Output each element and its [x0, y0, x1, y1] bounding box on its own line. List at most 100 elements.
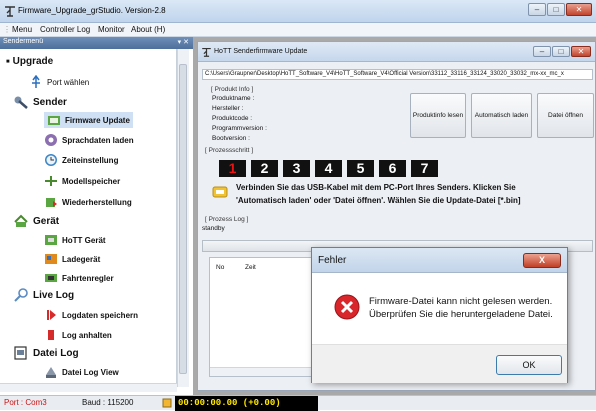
hott-device-icon — [44, 233, 58, 247]
dialog-footer: OK — [312, 344, 567, 383]
step-6: 6 — [379, 160, 406, 177]
sidebar-scroll-thumb[interactable] — [179, 64, 187, 374]
minimize-button[interactable]: – — [528, 3, 546, 16]
sidebar-item-sprachdaten-laden[interactable]: Sprachdaten laden — [44, 133, 134, 147]
sidebar-horizontal-scrollbar[interactable] — [0, 383, 177, 392]
firmware-window-title: HoTT Senderfirmware Update — [214, 48, 308, 55]
sidebar-item-logdaten-speichern[interactable]: Logdaten speichern — [44, 308, 138, 322]
step-3: 3 — [283, 160, 310, 177]
sidebar-item-datei-log-view[interactable]: Datei Log View — [44, 365, 119, 379]
sidebar-item-hott-geraet[interactable]: HoTT Gerät — [44, 233, 106, 247]
sidebar-item-log-anhalten[interactable]: Log anhalten — [44, 328, 112, 342]
sidebar-title: Sendermenü — [3, 38, 44, 45]
instruction-line-2: 'Automatisch laden' oder 'Datei öffnen'.… — [236, 196, 521, 205]
inner-close-button[interactable]: ✕ — [571, 46, 591, 57]
step-2: 2 — [251, 160, 278, 177]
item-label: Modellspeicher — [62, 176, 121, 186]
status-text: standby — [202, 225, 225, 232]
menu-item-controller-log[interactable]: Controller Log — [40, 25, 90, 34]
sidebar: ■ Upgrade Port wählen Sender Firmware Up… — [0, 49, 177, 387]
item-label: Log anhalten — [62, 330, 112, 340]
prozess-log-group-label: [ Prozess Log ] — [205, 216, 249, 223]
error-dialog: Fehler X Firmware-Datei kann nicht geles… — [311, 247, 568, 383]
menu-bar: ⋮ Menu Controller Log Monitor About (H) — [0, 23, 596, 37]
firmware-update-icon — [47, 113, 61, 127]
produktinfo-lesen-button[interactable]: Produktinfo lesen — [410, 93, 466, 138]
sidebar-item-wiederherstellung[interactable]: Wiederherstellung — [44, 195, 132, 209]
prozessschritt-group-label: [ Prozessschritt ] — [205, 147, 254, 154]
heli-logo-icon — [202, 47, 211, 57]
sidebar-pin-icon[interactable]: ▾ ✕ — [178, 38, 189, 46]
step-7: 7 — [411, 160, 438, 177]
instruction-text: Verbinden Sie das USB-Kabel mit dem PC-P… — [236, 181, 581, 207]
sidebar-item-fahrtenregler[interactable]: Fahrtenregler — [44, 271, 114, 285]
item-label: HoTT Gerät — [62, 235, 106, 245]
usb-icon — [29, 74, 43, 89]
clock-icon — [44, 153, 58, 167]
timer-display: 00:00:00.00 (+0.00) — [175, 396, 318, 411]
language-data-icon — [44, 133, 58, 147]
inner-maximize-button[interactable]: □ — [552, 46, 570, 57]
record-icon — [44, 308, 58, 322]
close-button[interactable]: ✕ — [566, 3, 592, 16]
produktname-label: Produktname : — [212, 95, 255, 102]
column-zeit: Zeit — [245, 264, 256, 271]
item-label: Ladegerät — [62, 254, 101, 264]
item-label: Zeiteinstellung — [62, 155, 119, 165]
step-1: 1 — [219, 160, 246, 177]
item-label: Firmware Update — [65, 115, 130, 125]
maximize-button[interactable]: □ — [547, 3, 565, 16]
menu-grip-icon: ⋮ — [3, 25, 11, 34]
app-title: Firmware_Upgrade_grStudio. Version-2.8 — [18, 6, 166, 15]
programmversion-label: Programmversion : — [212, 125, 267, 132]
sidebar-item-ladegeraet[interactable]: Ladegerät — [44, 252, 100, 266]
baud-status: Baud : 115200 — [82, 398, 134, 407]
error-dialog-title: Fehler — [318, 255, 347, 266]
error-message-line-1: Firmware-Datei kann nicht gelesen werden… — [369, 296, 553, 307]
menu-item-about[interactable]: About (H) — [131, 25, 165, 34]
error-icon — [334, 294, 360, 320]
magnifier-icon — [13, 288, 29, 302]
firmware-window-title-bar: HoTT Senderfirmware Update – □ ✕ — [198, 42, 595, 62]
sidebar-item-firmware-update[interactable]: Firmware Update — [44, 112, 133, 128]
menu-item-menu[interactable]: Menu — [12, 25, 32, 34]
status-bar: Port : Com3 Baud : 115200 00:00:00.00 (+… — [0, 395, 596, 411]
model-memory-icon — [44, 174, 58, 188]
inner-minimize-button[interactable]: – — [533, 46, 551, 57]
device-icon — [13, 214, 29, 228]
item-label: Logdaten speichern — [62, 310, 139, 320]
sidebar-section-datei-log[interactable]: Datei Log — [13, 346, 79, 360]
item-label: Sprachdaten laden — [62, 135, 134, 145]
sidebar-item-zeiteinstellung[interactable]: Zeiteinstellung — [44, 153, 118, 167]
app-title-bar: Firmware_Upgrade_grStudio. Version-2.8 –… — [0, 0, 596, 23]
menu-item-monitor[interactable]: Monitor — [98, 25, 125, 34]
sidebar-item-port-waehlen[interactable]: Port wählen — [29, 74, 90, 89]
section-label: Datei Log — [33, 347, 79, 359]
port-status: Port : Com3 — [4, 398, 47, 407]
restore-icon — [44, 195, 58, 209]
automatisch-laden-button[interactable]: Automatisch laden — [471, 93, 532, 138]
wrench-icon — [13, 95, 29, 109]
sidebar-section-sender[interactable]: Sender — [13, 95, 67, 109]
dialog-close-button[interactable]: X — [523, 253, 561, 268]
datei-oeffnen-button[interactable]: Datei öffnen — [537, 93, 594, 138]
file-path-field[interactable]: C:\Users\Graupner\Desktop\HoTT_Software_… — [202, 69, 593, 80]
sidebar-item-modellspeicher[interactable]: Modellspeicher — [44, 174, 120, 188]
step-4: 4 — [315, 160, 342, 177]
section-label: Upgrade — [12, 56, 54, 67]
speed-controller-icon — [44, 271, 58, 285]
item-label: Datei Log View — [62, 367, 119, 377]
error-message: Firmware-Datei kann nicht gelesen werden… — [369, 295, 553, 321]
sidebar-header: Sendermenü ▾ ✕ — [0, 37, 193, 49]
item-label: Port wählen — [47, 77, 90, 87]
column-no: No — [216, 264, 225, 271]
ok-button[interactable]: OK — [496, 355, 562, 375]
heli-logo-icon — [5, 6, 15, 17]
sidebar-section-live-log[interactable]: Live Log — [13, 288, 74, 302]
sidebar-section-upgrade[interactable]: ■ Upgrade — [6, 56, 53, 67]
section-label: Live Log — [33, 289, 75, 301]
sidebar-section-geraet[interactable]: Gerät — [13, 214, 59, 228]
stop-icon — [44, 328, 58, 342]
produktcode-label: Produktcode : — [212, 115, 253, 122]
error-dialog-title-bar: Fehler X — [312, 248, 567, 273]
